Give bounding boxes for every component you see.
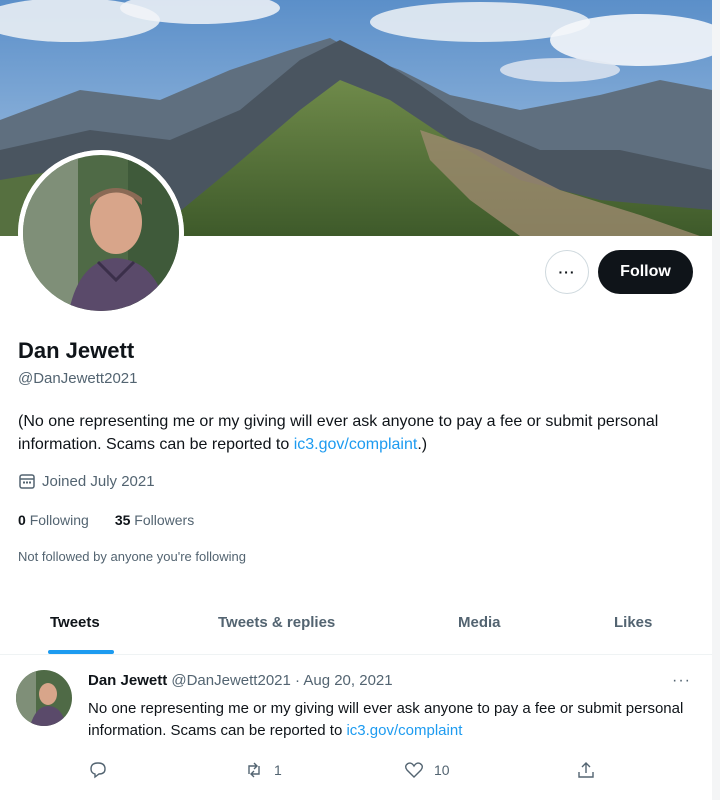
- tweet-header: Dan Jewett @DanJewett2021 · Aug 20, 2021: [88, 672, 393, 689]
- tweet-avatar-photo: [16, 670, 72, 726]
- tweet-link[interactable]: ic3.gov/complaint: [346, 722, 462, 739]
- tab-tweets-replies[interactable]: Tweets & replies: [218, 614, 335, 631]
- like-button[interactable]: 10: [404, 760, 450, 780]
- tab-likes[interactable]: Likes: [614, 614, 652, 631]
- profile-avatar[interactable]: [18, 150, 184, 316]
- following-link[interactable]: 0 Following: [18, 512, 89, 528]
- tweet-date[interactable]: Aug 20, 2021: [303, 672, 392, 689]
- tweet-more-icon[interactable]: ···: [672, 672, 691, 690]
- reply-button[interactable]: [88, 760, 108, 780]
- joined-text: Joined July 2021: [42, 472, 155, 490]
- not-followed-notice: Not followed by anyone you're following: [18, 549, 246, 564]
- follow-button[interactable]: Follow: [598, 250, 693, 294]
- profile-tabs: Tweets Tweets & replies Media Likes: [0, 596, 712, 655]
- like-count: 10: [434, 762, 450, 778]
- joined-date: Joined July 2021: [18, 472, 155, 490]
- follow-counts: 0 Following 35 Followers: [18, 512, 194, 528]
- tweet-avatar[interactable]: [16, 670, 72, 726]
- share-icon: [578, 762, 594, 778]
- retweet-icon: [248, 762, 260, 778]
- tweet-author-name[interactable]: Dan Jewett: [88, 672, 167, 689]
- tab-media[interactable]: Media: [458, 614, 501, 631]
- profile-handle: @DanJewett2021: [18, 370, 138, 387]
- more-icon: ···: [558, 264, 576, 280]
- avatar-photo: [18, 150, 184, 316]
- tweet-separator: ·: [290, 672, 304, 689]
- tweet-actions: 1 10: [88, 760, 608, 784]
- reply-icon: [90, 762, 106, 779]
- profile-bio: (No one representing me or my giving wil…: [18, 410, 688, 456]
- share-button[interactable]: [576, 760, 596, 780]
- active-tab-indicator: [48, 650, 114, 654]
- following-label: Following: [29, 512, 89, 528]
- profile-name: Dan Jewett: [18, 338, 135, 363]
- following-count: 0: [18, 512, 26, 528]
- retweet-button[interactable]: 1: [244, 760, 282, 780]
- retweet-count: 1: [274, 762, 282, 778]
- bio-link[interactable]: ic3.gov/complaint: [294, 436, 418, 453]
- followers-link[interactable]: 35 Followers: [115, 512, 194, 528]
- tweet-author-handle[interactable]: @DanJewett2021: [171, 672, 290, 689]
- calendar-icon: [19, 474, 35, 489]
- bio-end: .): [417, 436, 428, 453]
- followers-count: 35: [114, 512, 131, 528]
- right-divider: [712, 0, 720, 800]
- followers-label: Followers: [134, 512, 195, 528]
- heart-icon: [405, 762, 423, 778]
- more-options-button[interactable]: ···: [545, 250, 589, 294]
- tab-tweets[interactable]: Tweets: [50, 614, 100, 631]
- tweet-text: No one representing me or my giving will…: [88, 698, 688, 742]
